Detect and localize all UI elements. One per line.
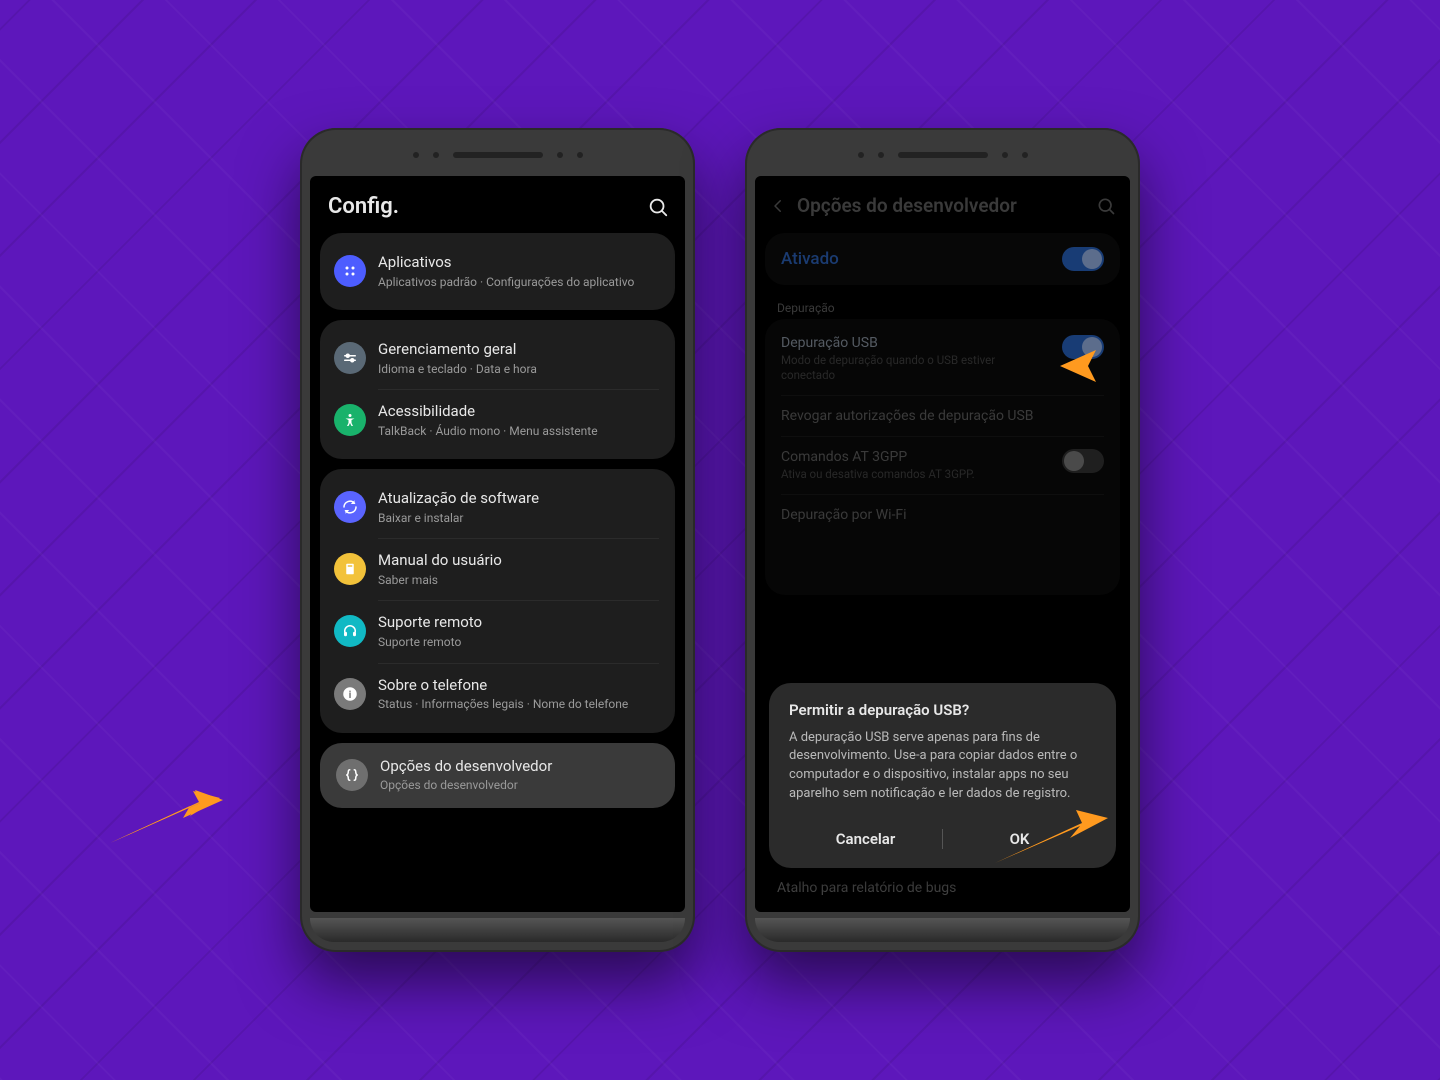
update-icon <box>334 491 366 523</box>
row-separator <box>378 663 659 664</box>
row-subtitle: Opções do desenvolvedor <box>380 778 659 794</box>
row-title: Gerenciamento geral <box>378 340 659 360</box>
settings-row-aplicativos[interactable]: Aplicativos Aplicativos padrão · Configu… <box>320 243 675 300</box>
row-title: Suporte remoto <box>378 613 659 633</box>
settings-header: Config. <box>310 176 685 223</box>
phone-left: Config. Aplicativos Aplicativos padrão ·… <box>300 128 695 952</box>
manual-icon <box>334 553 366 585</box>
row-separator <box>378 538 659 539</box>
row-title: Aplicativos <box>378 253 659 273</box>
headset-icon <box>334 615 366 647</box>
settings-title: Config. <box>328 194 399 219</box>
row-separator <box>378 600 659 601</box>
accessibility-icon <box>334 404 366 436</box>
usb-debug-dialog: Permitir a depuração USB? A depuração US… <box>769 683 1116 868</box>
settings-group-general: Gerenciamento geral Idioma e teclado · D… <box>320 320 675 459</box>
settings-group-system: Atualização de software Baixar e instala… <box>320 469 675 732</box>
settings-row-opcoes-desenvolvedor[interactable]: Opções do desenvolvedor Opções do desenv… <box>320 743 675 808</box>
row-subtitle: Baixar e instalar <box>378 511 659 527</box>
settings-row-acessibilidade[interactable]: Acessibilidade TalkBack · Áudio mono · M… <box>320 392 675 449</box>
settings-group-apps: Aplicativos Aplicativos padrão · Configu… <box>320 233 675 310</box>
row-title: Opções do desenvolvedor <box>380 757 659 777</box>
settings-row-sobre-telefone[interactable]: i Sobre o telefone Status · Informações … <box>320 666 675 723</box>
row-title: Atualização de software <box>378 489 659 509</box>
row-title: Acessibilidade <box>378 402 659 422</box>
screen-left: Config. Aplicativos Aplicativos padrão ·… <box>310 176 685 912</box>
row-title: Sobre o telefone <box>378 676 659 696</box>
row-subtitle: Suporte remoto <box>378 635 659 651</box>
row-subtitle: Aplicativos padrão · Configurações do ap… <box>378 275 659 291</box>
row-subtitle: Status · Informações legais · Nome do te… <box>378 697 659 713</box>
row-subtitle: Saber mais <box>378 573 659 589</box>
dialog-title: Permitir a depuração USB? <box>789 701 1096 719</box>
phone-earpiece <box>413 152 583 158</box>
phone-earpiece <box>858 152 1028 158</box>
dialog-ok-button[interactable]: OK <box>943 818 1096 860</box>
phone-right: Opções do desenvolvedor Ativado Depuraçã… <box>745 128 1140 952</box>
phone-chin <box>310 918 685 942</box>
dialog-body: A depuração USB serve apenas para fins d… <box>789 729 1096 804</box>
settings-row-atualizacao-software[interactable]: Atualização de software Baixar e instala… <box>320 479 675 536</box>
apps-icon <box>334 255 366 287</box>
row-atalho-bugs[interactable]: Atalho para relatório de bugs <box>755 870 1130 906</box>
row-subtitle: Idioma e teclado · Data e hora <box>378 362 659 378</box>
info-icon: i <box>334 678 366 710</box>
settings-row-suporte-remoto[interactable]: Suporte remoto Suporte remoto <box>320 603 675 660</box>
settings-row-gerenciamento-geral[interactable]: Gerenciamento geral Idioma e teclado · D… <box>320 330 675 387</box>
dialog-cancel-button[interactable]: Cancelar <box>789 818 942 860</box>
sliders-icon <box>334 342 366 374</box>
phone-chin <box>755 918 1130 942</box>
settings-row-manual-usuario[interactable]: Manual do usuário Saber mais <box>320 541 675 598</box>
svg-text:i: i <box>349 687 352 700</box>
braces-icon <box>336 759 368 791</box>
row-separator <box>378 389 659 390</box>
search-icon[interactable] <box>647 196 669 218</box>
row-subtitle: TalkBack · Áudio mono · Menu assistente <box>378 424 659 440</box>
screen-right: Opções do desenvolvedor Ativado Depuraçã… <box>755 176 1130 912</box>
row-title: Manual do usuário <box>378 551 659 571</box>
